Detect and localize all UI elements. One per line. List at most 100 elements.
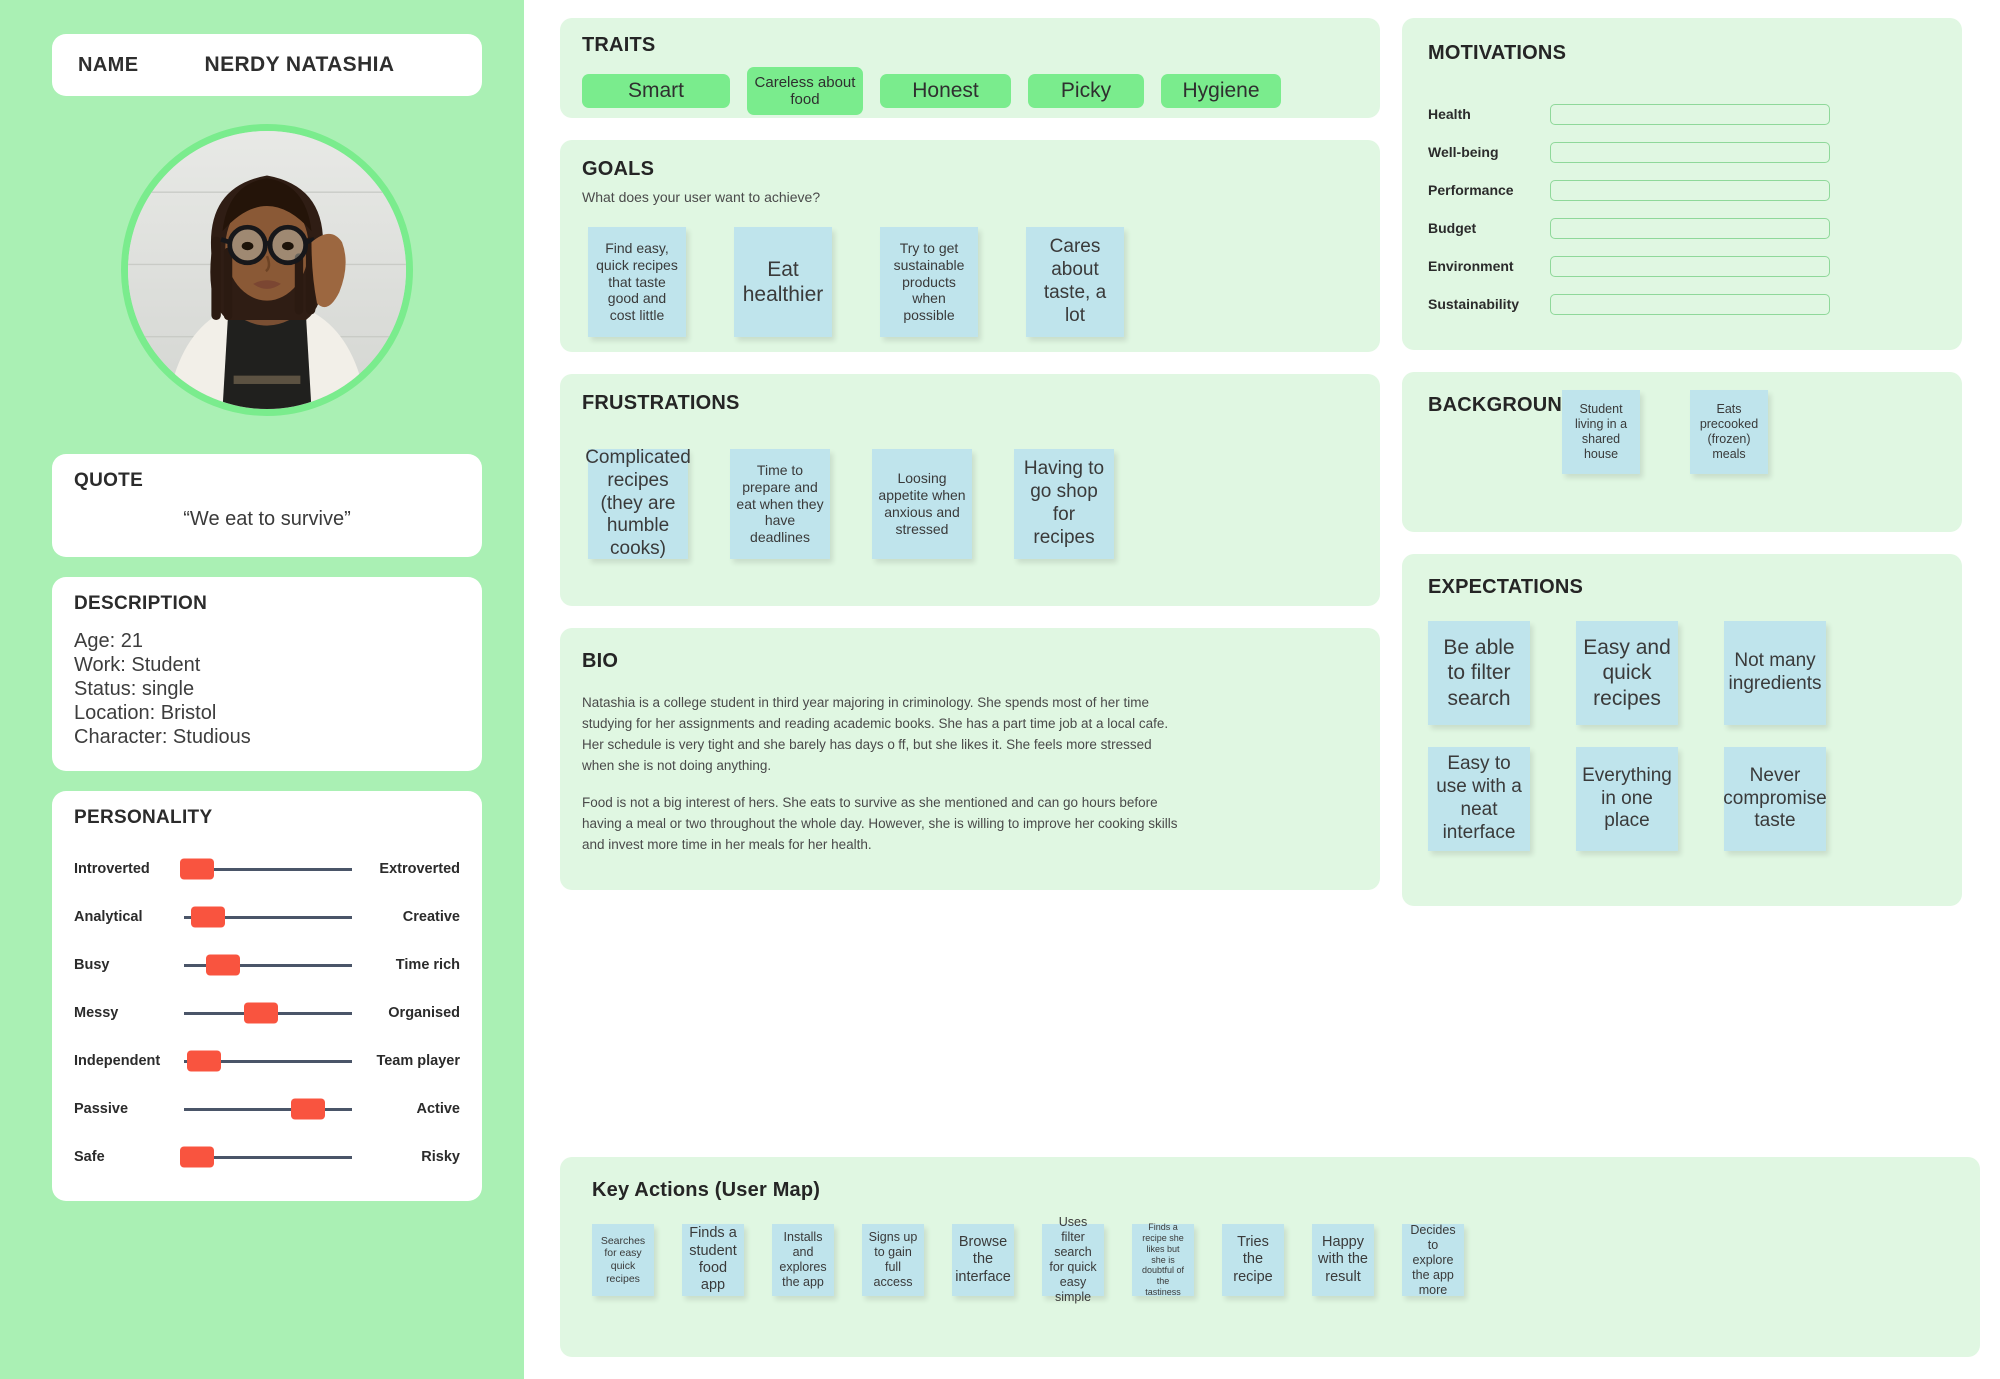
description-line: Age: 21 bbox=[74, 630, 143, 652]
key-action-note[interactable]: Finds a student food app bbox=[682, 1224, 744, 1296]
personality-left-label: Safe bbox=[74, 1149, 105, 1165]
personality-slider-knob[interactable] bbox=[187, 1050, 222, 1072]
personality-row: Analytical Creative bbox=[74, 893, 460, 941]
frustrations-panel: FRUSTRATIONS Complicated recipes (they a… bbox=[560, 374, 1380, 606]
sticky-note[interactable]: Never compromise taste bbox=[1723, 747, 1827, 851]
description-line: Work: Student bbox=[74, 654, 201, 676]
sticky-note[interactable]: Not many ingredients bbox=[1724, 621, 1826, 725]
goals-panel: GOALS What does your user want to achiev… bbox=[560, 140, 1380, 352]
personality-slider-track[interactable] bbox=[184, 906, 352, 928]
sticky-note[interactable]: Find easy, quick recipes that taste good… bbox=[588, 227, 686, 337]
background-notes: Student living in a shared house Eats pre… bbox=[1562, 390, 1768, 474]
personality-right-label: Time rich bbox=[395, 957, 460, 973]
sticky-note[interactable]: Try to get sustainable products when pos… bbox=[880, 227, 978, 337]
personality-slider-knob[interactable] bbox=[180, 1146, 215, 1168]
personality-right-label: Team player bbox=[376, 1053, 460, 1069]
sticky-note[interactable]: Everything in one place bbox=[1576, 747, 1678, 851]
personality-slider-knob[interactable] bbox=[205, 954, 240, 976]
sticky-note[interactable]: Be able to filter search bbox=[1428, 621, 1530, 725]
motivations-title: MOTIVATIONS bbox=[1428, 42, 1567, 64]
motivation-bar-track bbox=[1550, 141, 1830, 163]
traits-row: Smart Careless about food Honest Picky Hygie… bbox=[582, 67, 1358, 115]
trait-chip[interactable]: Honest bbox=[880, 74, 1011, 108]
expectations-row: Be able to filter search Easy and quick r… bbox=[1428, 621, 1936, 725]
motivation-label: Well-being bbox=[1428, 144, 1499, 160]
description-title: DESCRIPTION bbox=[74, 593, 208, 614]
trait-chip[interactable]: Hygiene bbox=[1161, 74, 1281, 108]
personality-right-label: Organised bbox=[388, 1005, 460, 1021]
personality-slider-track[interactable] bbox=[184, 1002, 352, 1024]
description-line: Character: Studious bbox=[74, 726, 251, 748]
avatar bbox=[121, 124, 413, 416]
sticky-note[interactable]: Cares about taste, a lot bbox=[1026, 227, 1124, 337]
key-action-note[interactable]: Installs and explores the app bbox=[772, 1224, 834, 1296]
name-label: NAME bbox=[78, 53, 139, 76]
key-action-note[interactable]: Signs up to gain full access bbox=[862, 1224, 924, 1296]
goals-title: GOALS bbox=[582, 158, 655, 180]
personality-slider-knob[interactable] bbox=[190, 906, 225, 928]
trait-chip[interactable]: Picky bbox=[1028, 74, 1144, 108]
sticky-note[interactable]: Student living in a shared house bbox=[1562, 390, 1640, 474]
bio-paragraph-1: Natashia is a college student in third y… bbox=[582, 695, 1169, 773]
motivation-label: Environment bbox=[1428, 258, 1514, 274]
personality-slider-knob[interactable] bbox=[180, 858, 215, 880]
motivation-row: Environment bbox=[1428, 247, 1936, 285]
sticky-note[interactable]: Time to prepare and eat when they have d… bbox=[730, 449, 830, 559]
expectations-grid: Be able to filter search Easy and quick r… bbox=[1428, 621, 1936, 851]
bio-paragraph-2: Food is not a big interest of hers. She … bbox=[582, 794, 1178, 852]
sticky-note[interactable]: Easy and quick recipes bbox=[1576, 621, 1678, 725]
key-action-note[interactable]: Uses filter search for quick easy simple bbox=[1042, 1215, 1104, 1304]
personality-slider-track[interactable] bbox=[180, 858, 352, 880]
key-action-note[interactable]: Tries the recipe bbox=[1222, 1224, 1284, 1296]
key-action-note[interactable]: Happy with the result bbox=[1312, 1224, 1374, 1296]
personality-title: PERSONALITY bbox=[74, 807, 213, 828]
name-card: NAME NERDY NATASHIA bbox=[52, 34, 482, 96]
key-action-note[interactable]: Decides to explore the app more bbox=[1402, 1223, 1464, 1297]
personality-slider-track[interactable] bbox=[180, 1146, 352, 1168]
traits-panel: TRAITS Smart Careless about food Honest Pic… bbox=[560, 18, 1380, 118]
trait-chip[interactable]: Careless about food bbox=[747, 67, 863, 115]
sticky-note[interactable]: Loosing appetite when anxious and stress… bbox=[872, 449, 972, 559]
traits-title: TRAITS bbox=[582, 34, 656, 56]
expectations-panel: EXPECTATIONS Be able to filter search Eas… bbox=[1402, 554, 1962, 906]
key-action-note[interactable]: Searches for easy quick recipes bbox=[592, 1224, 654, 1296]
personality-card: PERSONALITY Introverted Extroverted Analyt… bbox=[52, 791, 482, 1201]
main-area: TRAITS Smart Careless about food Honest Pic… bbox=[524, 0, 2000, 1379]
personality-row: Passive Active bbox=[74, 1085, 460, 1133]
personality-slider-knob[interactable] bbox=[244, 1002, 279, 1024]
personality-left-label: Passive bbox=[74, 1101, 129, 1117]
motivation-label: Health bbox=[1428, 106, 1471, 122]
description-line: Location: Bristol bbox=[74, 702, 217, 724]
personality-row: Busy Time rich bbox=[74, 941, 460, 989]
personality-slider-knob[interactable] bbox=[291, 1098, 326, 1120]
quote-card: QUOTE “We eat to survive” bbox=[52, 454, 482, 557]
personality-row: Messy Organised bbox=[74, 989, 460, 1037]
goals-subtitle: What does your user want to achieve? bbox=[582, 189, 821, 205]
key-action-note[interactable]: Browse the interface bbox=[952, 1224, 1014, 1296]
key-action-note[interactable]: Finds a recipe she likes but she is doub… bbox=[1132, 1222, 1194, 1297]
quote-text: “We eat to survive” bbox=[183, 508, 351, 530]
personality-left-label: Messy bbox=[74, 1005, 119, 1021]
personality-row: Safe Risky bbox=[74, 1133, 460, 1181]
personality-slider-track[interactable] bbox=[184, 1050, 352, 1072]
trait-chip[interactable]: Smart bbox=[582, 74, 730, 108]
sticky-note[interactable]: Eat healthier bbox=[734, 227, 832, 337]
expectations-row: Easy to use with a neat interface Everyth… bbox=[1428, 747, 1936, 851]
sticky-note[interactable]: Eats precooked (frozen) meals bbox=[1690, 390, 1768, 474]
personality-left-label: Busy bbox=[74, 957, 110, 973]
motivation-label: Performance bbox=[1428, 182, 1514, 198]
motivation-bar-track bbox=[1550, 103, 1830, 125]
personality-slider-track[interactable] bbox=[184, 1098, 352, 1120]
sticky-note[interactable]: Having to go shop for recipes bbox=[1014, 449, 1114, 559]
sticky-note[interactable]: Easy to use with a neat interface bbox=[1428, 747, 1530, 851]
motivation-bar-track bbox=[1550, 293, 1830, 315]
expectations-title: EXPECTATIONS bbox=[1428, 576, 1584, 598]
sticky-note[interactable]: Complicated recipes (they are humble coo… bbox=[585, 447, 691, 559]
key-actions-notes: Searches for easy quick recipes Finds a s… bbox=[592, 1215, 1980, 1304]
motivation-row: Sustainability bbox=[1428, 285, 1936, 323]
description-card: DESCRIPTION Age: 21 Work: Student Status: … bbox=[52, 577, 482, 771]
bio-panel: BIO Natashia is a college student in thi… bbox=[560, 628, 1380, 890]
personality-slider-track[interactable] bbox=[184, 954, 352, 976]
motivation-row: Well-being bbox=[1428, 133, 1936, 171]
bio-title: BIO bbox=[582, 650, 619, 672]
